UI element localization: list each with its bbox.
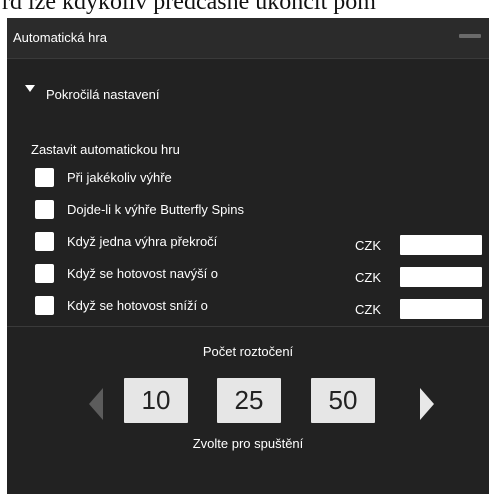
spin-count-10-button[interactable]: 10	[124, 378, 188, 423]
stop-on-butterfly-spins-checkbox[interactable]	[35, 200, 54, 219]
minimize-icon[interactable]	[459, 34, 481, 38]
stop-autoplay-title: Zastavit automatickou hru	[31, 142, 180, 157]
balance-increase-amount-input[interactable]	[400, 267, 482, 287]
spin-count-25-button[interactable]: 25	[217, 378, 281, 423]
balance-decrease-checkbox[interactable]	[35, 296, 54, 315]
header-divider	[7, 58, 489, 59]
balance-decrease-currency: CZK	[355, 302, 381, 317]
spins-divider	[7, 326, 489, 327]
single-win-currency: CZK	[355, 238, 381, 253]
balance-decrease-amount-input[interactable]	[400, 299, 482, 319]
balance-increase-currency: CZK	[355, 270, 381, 285]
select-to-start-hint: Zvolte pro spuštění	[192, 436, 304, 451]
advanced-settings-label: Pokročilá nastavení	[46, 87, 160, 102]
spin-count-50-button[interactable]: 50	[311, 378, 375, 423]
background-page-text: rd lze kdykoliv předčasně ukončit pom	[0, 0, 491, 18]
spin-count-title: Počet roztočení	[202, 344, 294, 359]
stop-on-any-win-label: Při jakékoliv výhře	[67, 170, 172, 185]
panel-header: Automatická hra	[7, 18, 489, 58]
single-win-exceeds-checkbox[interactable]	[35, 232, 54, 251]
stop-on-any-win-checkbox[interactable]	[35, 168, 54, 187]
panel-title: Automatická hra	[13, 30, 107, 45]
previous-arrow-icon[interactable]	[89, 388, 103, 420]
balance-increase-label: Když se hotovost navýší o	[67, 266, 219, 281]
background-page-text-label: rd lze kdykoliv předčasně ukončit pom	[2, 0, 376, 15]
stop-on-butterfly-spins-label: Dojde-li k výhře Butterfly Spins	[67, 202, 245, 217]
single-win-amount-input[interactable]	[400, 235, 482, 255]
next-arrow-icon[interactable]	[420, 388, 434, 420]
triangle-down-icon	[25, 85, 35, 92]
balance-decrease-label: Když se hotovost sníží o	[67, 298, 208, 313]
balance-increase-checkbox[interactable]	[35, 264, 54, 283]
autoplay-panel: Automatická hra Pokročilá nastavení Zast…	[7, 18, 489, 494]
single-win-exceeds-label: Když jedna výhra překročí	[67, 234, 218, 249]
